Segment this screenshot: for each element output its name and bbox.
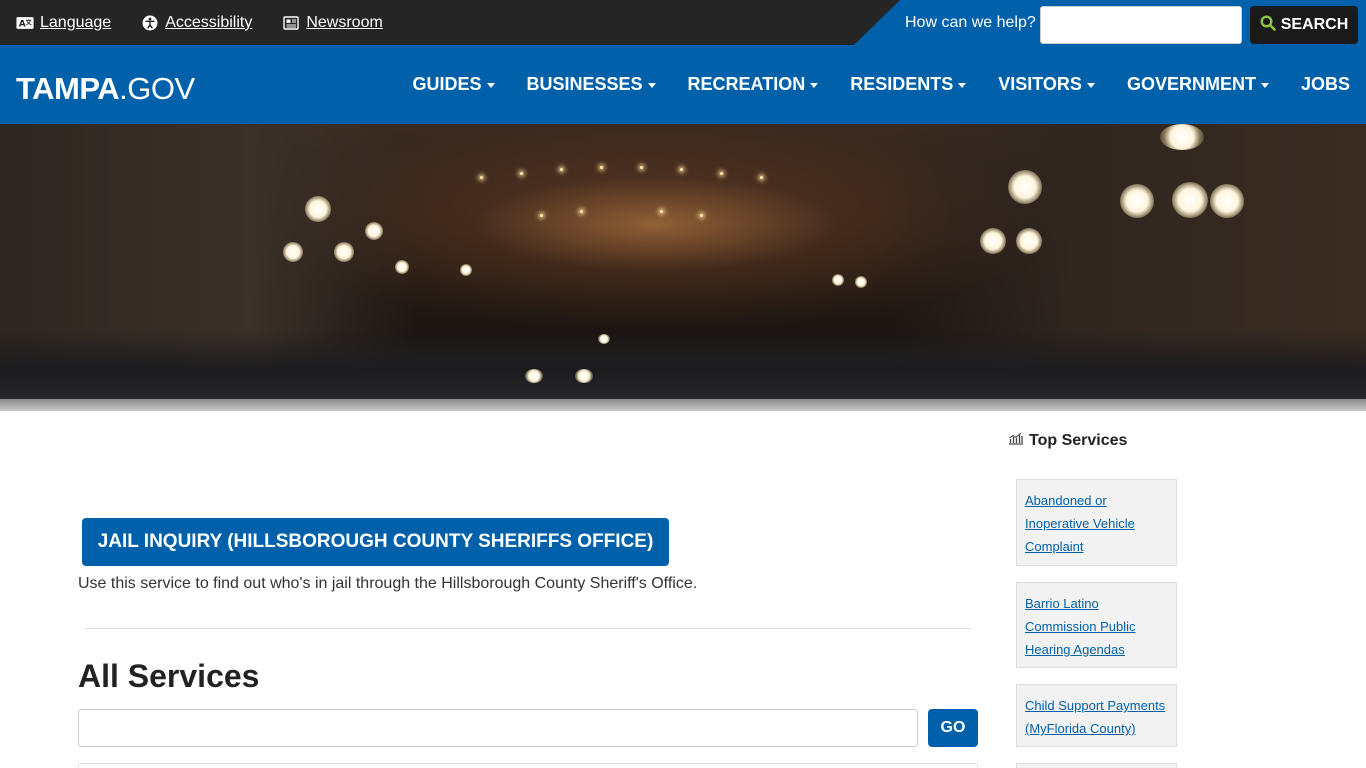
string-light — [580, 210, 583, 213]
nav-item-jobs[interactable]: JOBS — [1301, 74, 1350, 95]
nav-item-residents[interactable]: RESIDENTS — [850, 74, 967, 95]
street-lamp — [1210, 184, 1244, 218]
string-light — [680, 168, 683, 171]
string-light — [600, 166, 603, 169]
string-light — [480, 176, 483, 179]
top-service-card: Abandoned or Inoperative Vehicle Complai… — [1016, 479, 1177, 566]
street-lamp — [283, 242, 303, 262]
nav-label: BUSINESSES — [526, 74, 643, 94]
accessibility-icon — [141, 14, 159, 32]
top-service-link[interactable]: Barrio Latino Commission Public Hearing … — [1025, 592, 1168, 661]
street-lamp — [1120, 184, 1154, 218]
hero-street — [0, 329, 1366, 399]
accessibility-link[interactable]: Accessibility — [141, 14, 252, 32]
car-headlight — [525, 369, 543, 383]
chevron-down-icon — [486, 83, 495, 88]
nav-label: RESIDENTS — [850, 74, 954, 94]
nav-label: RECREATION — [687, 74, 806, 94]
chevron-down-icon — [958, 83, 967, 88]
hero-bottom-strip — [0, 399, 1366, 411]
newspaper-icon — [282, 14, 300, 32]
string-light — [720, 172, 723, 175]
street-lamp — [1172, 182, 1208, 218]
nav-item-guides[interactable]: GUIDES — [412, 74, 495, 95]
search-icon — [1260, 14, 1276, 36]
top-service-card — [1016, 763, 1177, 768]
jail-inquiry-button[interactable]: JAIL INQUIRY (HILLSBOROUGH COUNTY SHERIF… — [82, 518, 669, 566]
car-headlight — [598, 334, 610, 344]
newsroom-link[interactable]: Newsroom — [282, 13, 383, 32]
street-lamp — [1160, 124, 1204, 150]
utility-links: A Language Accessibility Newsroom — [16, 0, 383, 45]
top-service-card: Barrio Latino Commission Public Hearing … — [1016, 582, 1177, 668]
section-divider — [85, 628, 971, 629]
string-light — [520, 172, 523, 175]
street-lamp — [365, 222, 383, 240]
top-services-title: Top Services — [1029, 431, 1128, 449]
street-lamp — [1008, 170, 1042, 204]
string-light — [760, 176, 763, 179]
search-input[interactable] — [1040, 6, 1242, 44]
nav-menu: GUIDES BUSINESSES RECREATION RESIDENTS V… — [412, 45, 1350, 124]
street-lamp — [334, 242, 354, 262]
all-services-heading: All Services — [78, 658, 260, 694]
main-navigation: TAMPA.GOV GUIDES BUSINESSES RECREATION R… — [0, 45, 1366, 124]
top-service-card: Child Support Payments (MyFlorida County… — [1016, 684, 1177, 747]
top-services-heading: Top Services — [1008, 431, 1127, 450]
jail-inquiry-description: Use this service to find out who's in ja… — [78, 575, 698, 592]
tampa-gov-logo[interactable]: TAMPA.GOV — [16, 71, 195, 107]
nav-item-recreation[interactable]: RECREATION — [688, 74, 819, 95]
street-lamp — [832, 274, 844, 286]
nav-label: GUIDES — [412, 74, 482, 94]
chevron-down-icon — [1260, 83, 1269, 88]
street-lamp — [980, 228, 1006, 254]
nav-label: VISITORS — [998, 74, 1082, 94]
utility-bar: A Language Accessibility Newsroom How ca… — [0, 0, 1366, 45]
search-label: How can we help? — [905, 14, 1036, 31]
svg-text:A: A — [19, 19, 26, 29]
hero-image-ybor-street-night — [0, 124, 1366, 411]
search-button-label: SEARCH — [1280, 16, 1349, 33]
nav-item-visitors[interactable]: VISITORS — [998, 74, 1095, 95]
string-light — [660, 210, 663, 213]
services-list — [78, 763, 978, 768]
string-light — [700, 214, 703, 217]
logo-bold-text: TAMPA — [16, 71, 120, 106]
chart-icon — [1008, 431, 1024, 450]
string-light — [640, 166, 643, 169]
street-lamp — [855, 276, 867, 288]
chevron-down-icon — [810, 83, 819, 88]
top-service-link[interactable]: Child Support Payments (MyFlorida County… — [1025, 694, 1168, 740]
chevron-down-icon — [647, 83, 656, 88]
chevron-down-icon — [1086, 83, 1095, 88]
language-icon: A — [16, 14, 34, 32]
nav-label: JOBS — [1300, 74, 1350, 94]
nav-label: GOVERNMENT — [1126, 74, 1256, 94]
street-lamp — [1016, 228, 1042, 254]
accessibility-label: Accessibility — [165, 13, 253, 31]
nav-item-government[interactable]: GOVERNMENT — [1127, 74, 1269, 95]
go-button[interactable]: GO — [928, 709, 978, 747]
car-headlight — [575, 369, 593, 383]
street-lamp — [395, 260, 409, 274]
top-service-link[interactable]: Abandoned or Inoperative Vehicle Complai… — [1025, 489, 1168, 558]
string-light — [540, 214, 543, 217]
language-link[interactable]: A Language — [16, 14, 111, 32]
street-lamp — [460, 264, 472, 276]
search-button[interactable]: SEARCH — [1250, 6, 1358, 44]
logo-light-text: .GOV — [119, 71, 195, 106]
street-lamp — [305, 196, 331, 222]
nav-item-businesses[interactable]: BUSINESSES — [527, 74, 656, 95]
services-search-input[interactable] — [78, 709, 918, 747]
language-label: Language — [40, 13, 112, 31]
string-light — [560, 168, 563, 171]
newsroom-label: Newsroom — [306, 13, 383, 31]
